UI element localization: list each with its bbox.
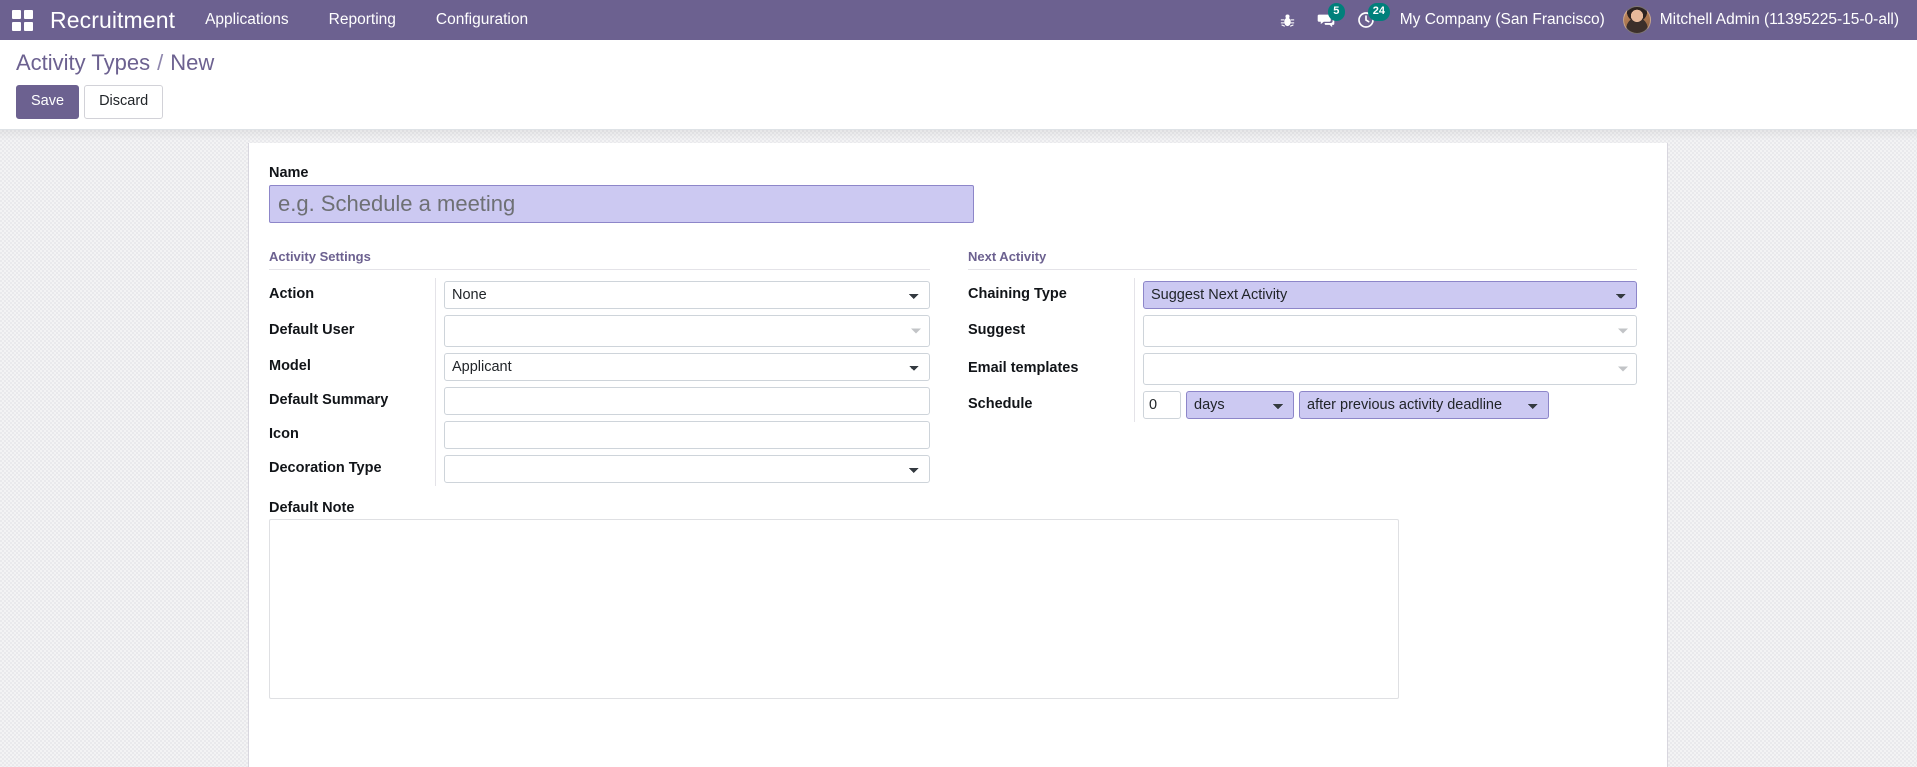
content-area: Name Activity Settings Action None Defau… <box>0 129 1917 767</box>
apps-grid-square-3 <box>11 21 21 31</box>
schedule-delay-from-select[interactable]: after previous activity deadline <box>1299 390 1549 419</box>
field-label-model: Model <box>269 357 311 374</box>
navbar-right-cluster: 5 24 My Company (San Francisco) Mitchell… <box>1269 0 1917 40</box>
messages-badge: 5 <box>1327 3 1345 21</box>
field-icon: Icon <box>269 417 930 452</box>
field-label-chaining-type: Chaining Type <box>968 285 1067 302</box>
default-user-input[interactable] <box>444 314 930 347</box>
field-label-action: Action <box>269 285 315 302</box>
field-control-model: Applicant <box>435 349 930 384</box>
field-control-chaining-type: Suggest Next Activity <box>1134 277 1637 312</box>
field-default-user: Default User <box>269 311 930 350</box>
field-schedule: Schedule days after previous activity de… <box>968 387 1637 422</box>
activities-badge: 24 <box>1367 3 1390 21</box>
suggest-wrap <box>1143 314 1637 347</box>
email-templates-wrap <box>1143 352 1637 385</box>
apps-grid-glyph <box>11 9 33 31</box>
suggest-input[interactable] <box>1143 314 1637 347</box>
field-control-icon <box>435 417 930 452</box>
chaining-type-select[interactable]: Suggest Next Activity <box>1143 280 1637 309</box>
save-button[interactable]: Save <box>16 84 80 119</box>
default-user-wrap <box>444 314 930 347</box>
menu-item-applications[interactable]: Applications <box>185 0 309 40</box>
field-label-icon: Icon <box>269 425 299 442</box>
apps-grid-icon[interactable] <box>0 0 44 40</box>
schedule-delay-unit-select[interactable]: days <box>1186 390 1294 419</box>
icon-input[interactable] <box>444 420 930 449</box>
email-templates-input[interactable] <box>1143 352 1637 385</box>
bug-icon[interactable] <box>1269 0 1306 40</box>
field-suggest: Suggest <box>968 311 1637 350</box>
company-switcher[interactable]: My Company (San Francisco) <box>1386 11 1619 29</box>
form-groups: Activity Settings Action None Default Us… <box>269 249 1647 486</box>
field-chaining-type: Chaining Type Suggest Next Activity <box>968 277 1637 312</box>
field-model: Model Applicant <box>269 349 930 384</box>
user-menu-label: Mitchell Admin (11395225-15-0-all) <box>1659 11 1899 28</box>
user-menu[interactable]: Mitchell Admin (11395225-15-0-all) <box>1619 6 1907 34</box>
field-email-templates: Email templates <box>968 349 1637 388</box>
field-decoration-type: Decoration Type <box>269 451 930 486</box>
breadcrumb-parent-activity-types[interactable]: Activity Types <box>16 49 150 77</box>
default-summary-input[interactable] <box>444 386 930 415</box>
default-note-label: Default Note <box>269 499 355 516</box>
field-label-decoration-type: Decoration Type <box>269 459 382 476</box>
app-brand-recruitment[interactable]: Recruitment <box>44 7 185 34</box>
default-note-group: Default Note <box>269 500 1647 704</box>
messages-icon[interactable]: 5 <box>1306 0 1346 40</box>
field-label-email-templates: Email templates <box>968 359 1079 376</box>
discard-button[interactable]: Discard <box>84 84 164 119</box>
top-navbar: Recruitment Applications Reporting Confi… <box>0 0 1917 40</box>
breadcrumb-current-new: New <box>170 50 215 75</box>
record-action-buttons: Save Discard <box>16 84 1901 119</box>
field-label-default-summary: Default Summary <box>269 391 389 408</box>
group-title-next-activity: Next Activity <box>968 249 1637 270</box>
activities-clock-icon[interactable]: 24 <box>1346 0 1390 40</box>
field-default-summary: Default Summary <box>269 383 930 418</box>
field-control-default-summary <box>435 383 930 418</box>
group-activity-settings: Activity Settings Action None Default Us… <box>269 249 958 486</box>
model-select[interactable]: Applicant <box>444 352 930 381</box>
field-control-action: None <box>435 277 930 312</box>
avatar <box>1622 6 1651 34</box>
decoration-type-select[interactable] <box>444 454 930 483</box>
field-label-schedule: Schedule <box>968 395 1033 412</box>
schedule-delay-count-input[interactable] <box>1143 390 1181 419</box>
name-input[interactable] <box>269 184 974 223</box>
control-panel: Activity Types / New Save Discard <box>0 40 1917 130</box>
apps-grid-square-1 <box>11 9 21 19</box>
main-menu: Applications Reporting Configuration <box>185 0 548 40</box>
field-control-schedule: days after previous activity deadline <box>1134 387 1637 422</box>
schedule-row: days after previous activity deadline <box>1143 390 1637 419</box>
field-control-decoration-type <box>435 451 930 486</box>
field-label-default-user: Default User <box>269 321 355 338</box>
apps-grid-square-4 <box>23 21 33 31</box>
group-next-activity: Next Activity Chaining Type Suggest Next… <box>958 249 1647 486</box>
apps-grid-square-2 <box>23 9 33 19</box>
form-sheet: Name Activity Settings Action None Defau… <box>248 142 1668 767</box>
field-label-suggest: Suggest <box>968 321 1026 338</box>
breadcrumb: Activity Types / New <box>16 49 1901 77</box>
action-select[interactable]: None <box>444 280 930 309</box>
group-title-activity-settings: Activity Settings <box>269 249 930 270</box>
name-field-group: Name <box>269 165 1647 223</box>
field-control-default-user <box>435 311 930 350</box>
menu-item-configuration[interactable]: Configuration <box>416 0 548 40</box>
default-note-editor[interactable] <box>269 518 1399 699</box>
name-label: Name <box>269 164 309 181</box>
menu-item-reporting[interactable]: Reporting <box>309 0 416 40</box>
breadcrumb-separator: / <box>157 50 164 75</box>
field-control-suggest <box>1134 311 1637 350</box>
field-action: Action None <box>269 277 930 312</box>
field-control-email-templates <box>1134 349 1637 388</box>
